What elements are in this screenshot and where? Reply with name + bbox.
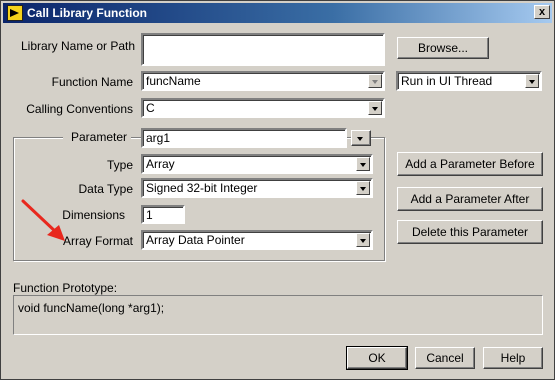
chevron-down-icon[interactable] — [368, 74, 382, 88]
close-icon[interactable]: x — [534, 5, 550, 19]
calling-convention-select[interactable]: C — [141, 98, 385, 118]
data-type-value: Signed 32-bit Integer — [146, 181, 258, 195]
library-path-input[interactable] — [141, 33, 385, 66]
data-type-label: Data Type — [78, 182, 133, 196]
labview-app-icon — [7, 5, 23, 21]
type-value: Array — [146, 157, 175, 171]
data-type-select[interactable]: Signed 32-bit Integer — [141, 178, 373, 198]
chevron-down-icon[interactable] — [356, 233, 370, 247]
library-name-label: Library Name or Path — [21, 39, 136, 53]
add-parameter-after-button[interactable]: Add a Parameter After — [397, 187, 543, 211]
delete-parameter-button[interactable]: Delete this Parameter — [397, 220, 543, 244]
window-title: Call Library Function — [27, 6, 148, 20]
add-parameter-before-button[interactable]: Add a Parameter Before — [397, 152, 543, 176]
thread-select[interactable]: Run in UI Thread — [396, 71, 542, 91]
dimensions-input[interactable]: 1 — [141, 205, 185, 224]
function-prototype-box: void funcName(long *arg1); — [13, 295, 543, 335]
parameter-name-input[interactable]: arg1 — [141, 128, 347, 148]
parameter-label: Parameter — [63, 130, 131, 144]
function-name-label: Function Name — [51, 75, 133, 89]
type-label: Type — [106, 158, 133, 172]
function-prototype-label: Function Prototype: — [13, 281, 118, 295]
browse-button[interactable]: Browse... — [397, 37, 489, 59]
chevron-down-icon[interactable] — [356, 181, 370, 195]
type-select[interactable]: Array — [141, 154, 373, 174]
red-arrow-icon — [21, 199, 65, 241]
array-format-select[interactable]: Array Data Pointer — [141, 230, 373, 250]
chevron-down-icon[interactable] — [525, 74, 539, 88]
function-prototype-text: void funcName(long *arg1); — [18, 301, 165, 315]
calling-convention-value: C — [146, 101, 155, 115]
thread-value: Run in UI Thread — [401, 74, 493, 88]
function-name-value: funcName — [146, 74, 201, 88]
parameter-list-button[interactable] — [351, 130, 371, 146]
chevron-down-icon — [354, 132, 368, 144]
ok-button[interactable]: OK — [346, 346, 408, 370]
chevron-down-icon[interactable] — [368, 101, 382, 115]
function-name-combo[interactable]: funcName — [141, 71, 385, 91]
array-format-value: Array Data Pointer — [146, 233, 245, 247]
calling-conventions-label: Calling Conventions — [26, 102, 133, 116]
title-bar[interactable]: Call Library Function x — [3, 3, 552, 23]
call-library-function-dialog: Call Library Function x Library Name or … — [0, 0, 555, 380]
help-button[interactable]: Help — [483, 347, 543, 369]
cancel-button[interactable]: Cancel — [415, 347, 475, 369]
chevron-down-icon[interactable] — [356, 157, 370, 171]
